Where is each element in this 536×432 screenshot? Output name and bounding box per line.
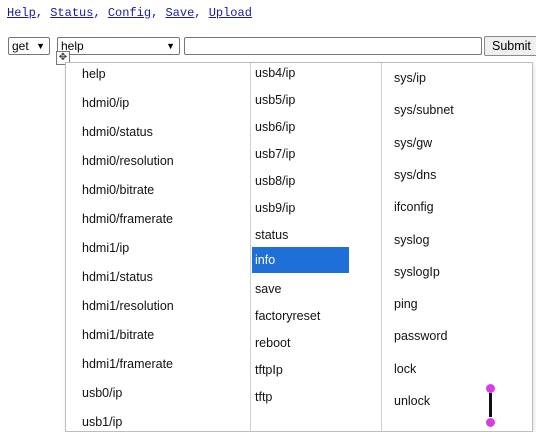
option-password[interactable]: password	[394, 329, 448, 343]
option-usb8-ip[interactable]: usb8/ip	[255, 174, 295, 188]
option-unlock[interactable]: unlock	[394, 394, 430, 408]
option-tftp[interactable]: tftp	[255, 390, 272, 404]
option-syslogip[interactable]: syslogIp	[394, 265, 440, 279]
resize-dot-top	[486, 384, 495, 393]
status-link[interactable]: Status	[50, 6, 93, 20]
dropdown-column-1: help hdmi0/ip hdmi0/status hdmi0/resolut…	[66, 63, 192, 431]
upload-link[interactable]: Upload	[209, 6, 252, 20]
save-link[interactable]: Save	[165, 6, 194, 20]
option-hdmi0-framerate[interactable]: hdmi0/framerate	[82, 212, 173, 226]
command-select[interactable]: help ▼	[57, 37, 180, 55]
option-hdmi1-ip[interactable]: hdmi1/ip	[82, 241, 129, 255]
option-status[interactable]: status	[255, 228, 288, 242]
option-reboot[interactable]: reboot	[255, 336, 290, 350]
command-argument-input[interactable]	[184, 37, 482, 55]
option-lock[interactable]: lock	[394, 362, 416, 376]
option-sys-subnet[interactable]: sys/subnet	[394, 103, 454, 117]
option-usb9-ip[interactable]: usb9/ip	[255, 201, 295, 215]
option-hdmi0-ip[interactable]: hdmi0/ip	[82, 96, 129, 110]
method-select[interactable]: get ▼	[8, 37, 50, 55]
option-usb6-ip[interactable]: usb6/ip	[255, 120, 295, 134]
option-hdmi1-resolution[interactable]: hdmi1/resolution	[82, 299, 174, 313]
option-hdmi0-resolution[interactable]: hdmi0/resolution	[82, 154, 174, 168]
option-ping[interactable]: ping	[394, 297, 418, 311]
submit-button[interactable]: Submit	[484, 36, 536, 56]
option-hdmi1-bitrate[interactable]: hdmi1/bitrate	[82, 328, 154, 342]
option-hdmi1-framerate[interactable]: hdmi1/framerate	[82, 357, 173, 371]
option-info-highlighted[interactable]: info	[252, 247, 349, 273]
option-usb7-ip[interactable]: usb7/ip	[255, 147, 295, 161]
top-nav: Help, Status, Config, Save, Upload	[7, 6, 252, 20]
command-toolbar: get ▼ help ▼ Submit	[0, 36, 536, 57]
option-sys-ip[interactable]: sys/ip	[394, 71, 426, 85]
option-syslog[interactable]: syslog	[394, 233, 429, 247]
nav-separator: ,	[151, 6, 159, 20]
option-usb5-ip[interactable]: usb5/ip	[255, 93, 295, 107]
option-ifconfig[interactable]: ifconfig	[394, 200, 434, 214]
option-usb4-ip[interactable]: usb4/ip	[255, 66, 295, 80]
chevron-down-icon: ▼	[36, 41, 45, 51]
method-select-value: get	[12, 39, 29, 53]
option-sys-dns[interactable]: sys/dns	[394, 168, 436, 182]
resize-dot-bottom	[486, 418, 495, 427]
option-factoryreset[interactable]: factoryreset	[255, 309, 320, 323]
option-usb0-ip[interactable]: usb0/ip	[82, 386, 122, 400]
option-sys-gw[interactable]: sys/gw	[394, 136, 432, 150]
help-link[interactable]: Help	[7, 6, 36, 20]
nav-separator: ,	[194, 6, 202, 20]
nav-separator: ,	[93, 6, 101, 20]
resize-handle-icon[interactable]	[484, 384, 498, 430]
option-usb1-ip[interactable]: usb1/ip	[82, 415, 122, 429]
config-link[interactable]: Config	[108, 6, 151, 20]
option-hdmi0-status[interactable]: hdmi0/status	[82, 125, 153, 139]
option-hdmi0-bitrate[interactable]: hdmi0/bitrate	[82, 183, 154, 197]
dropdown-column-2: usb4/ip usb5/ip usb6/ip usb7/ip usb8/ip …	[250, 63, 381, 431]
option-tftpip[interactable]: tftpIp	[255, 363, 283, 377]
option-help[interactable]: help	[82, 67, 106, 81]
resize-bar	[489, 393, 492, 417]
dropdown-column-3: sys/ip sys/subnet sys/gw sys/dns ifconfi…	[381, 63, 535, 431]
option-hdmi1-status[interactable]: hdmi1/status	[82, 270, 153, 284]
nav-separator: ,	[35, 6, 44, 20]
option-save[interactable]: save	[255, 282, 281, 296]
command-dropdown-list[interactable]: help hdmi0/ip hdmi0/status hdmi0/resolut…	[65, 62, 533, 432]
chevron-down-icon: ▼	[166, 41, 175, 51]
